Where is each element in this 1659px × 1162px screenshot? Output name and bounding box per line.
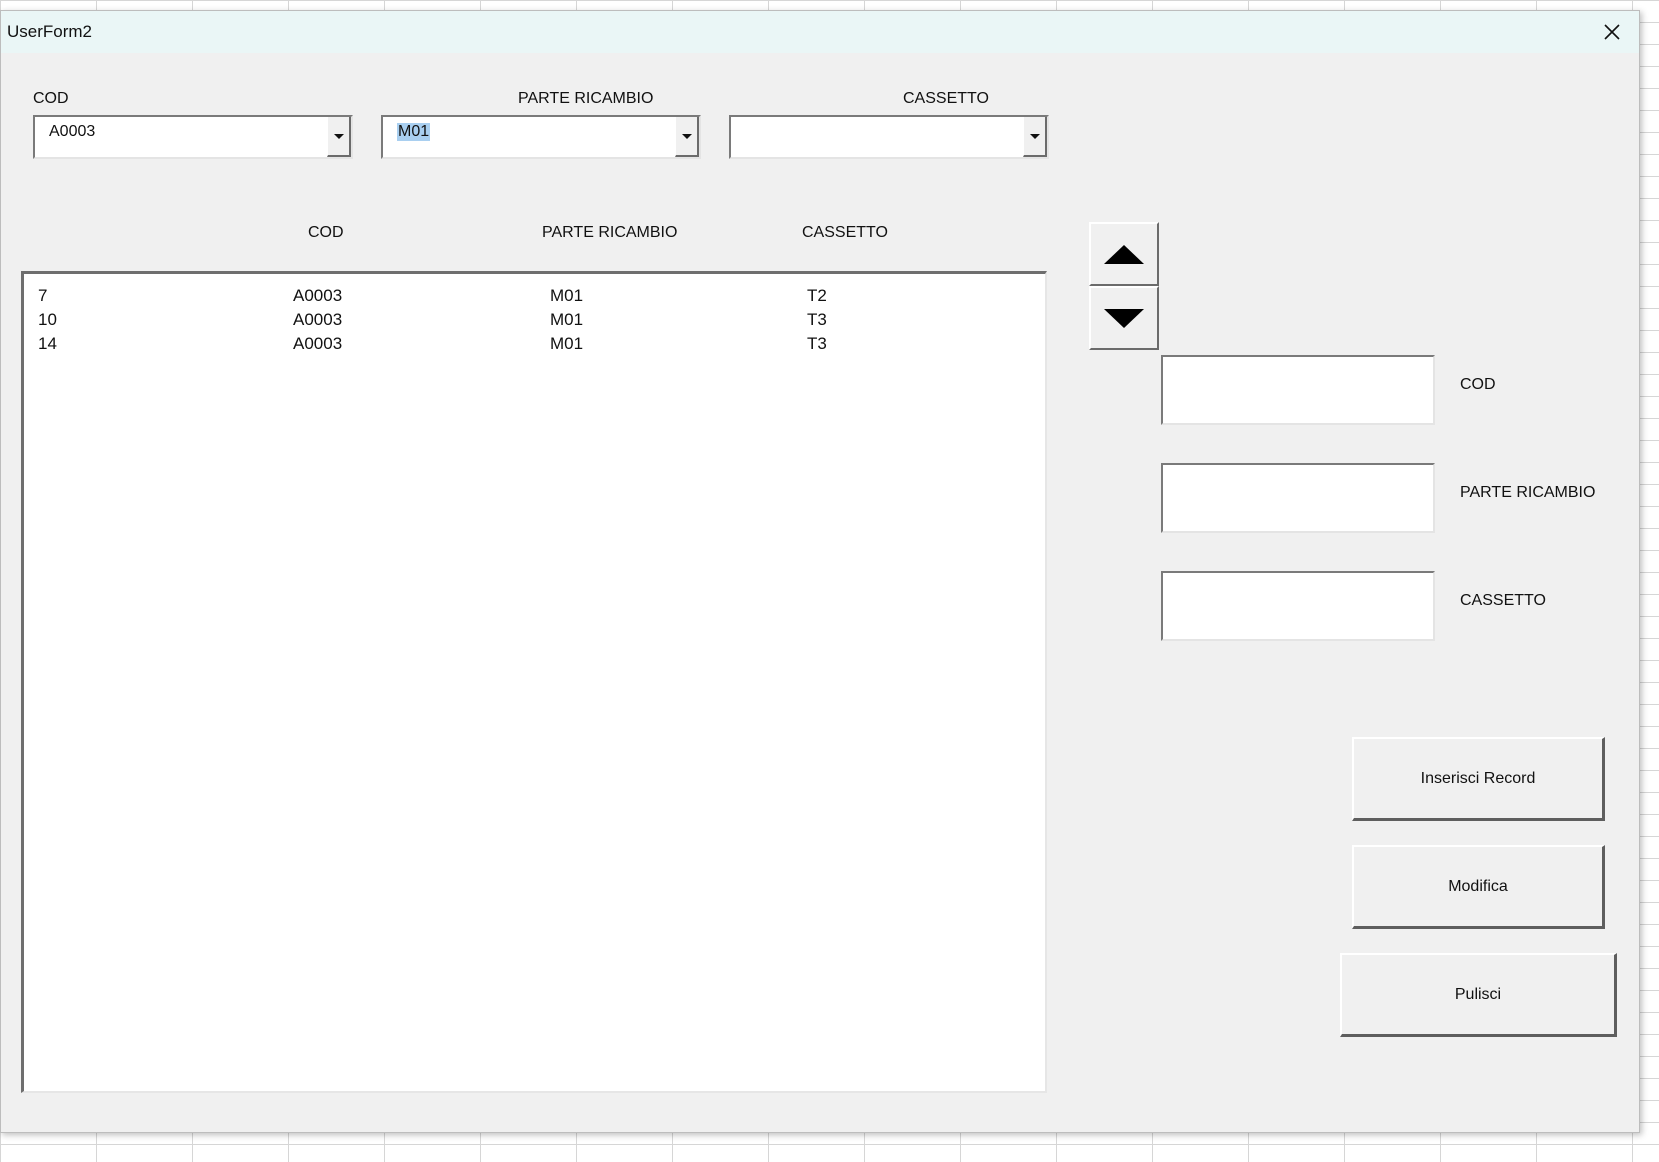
- list-cell-cod: A0003: [293, 334, 343, 353]
- insert-record-button[interactable]: Inserisci Record: [1352, 737, 1605, 821]
- parte-dropdown-button[interactable]: [675, 117, 699, 157]
- list-cell-parte: M01: [550, 286, 584, 305]
- cod-dropdown-button[interactable]: [327, 117, 351, 157]
- list-cell-cassetto: T3: [807, 310, 827, 329]
- clear-button[interactable]: Pulisci: [1340, 953, 1617, 1037]
- close-icon: [1604, 24, 1620, 40]
- cod-textbox-label: COD: [1460, 376, 1496, 393]
- parte-filter-label: PARTE RICAMBIO: [518, 90, 654, 107]
- cassetto-dropdown-button[interactable]: [1023, 117, 1047, 157]
- down-arrow-icon: [1104, 308, 1144, 328]
- cassetto-textbox[interactable]: [1161, 571, 1435, 641]
- list-cell-cassetto: T2: [807, 286, 827, 305]
- list-header-cassetto: CASSETTO: [802, 224, 888, 241]
- up-arrow-icon: [1104, 244, 1144, 264]
- spin-up-button[interactable]: [1089, 222, 1159, 286]
- parte-textbox[interactable]: [1161, 463, 1435, 533]
- spin-down-button[interactable]: [1089, 286, 1159, 350]
- userform-window: UserForm2 COD PARTE RICAMBIO CASSETTO A0…: [0, 10, 1640, 1133]
- list-item[interactable]: 10 A0003 M01 T3: [24, 310, 1045, 334]
- cod-combobox-value: A0003: [49, 123, 96, 140]
- list-item[interactable]: 14 A0003 M01 T3: [24, 334, 1045, 358]
- list-header-cod: COD: [308, 224, 344, 241]
- cod-combobox[interactable]: A0003: [33, 115, 353, 159]
- parte-combobox-value: M01: [397, 123, 431, 141]
- cod-filter-label: COD: [33, 90, 69, 107]
- chevron-down-icon: [1029, 133, 1040, 139]
- list-cell-cod: A0003: [293, 286, 343, 305]
- modify-button-label: Modifica: [1448, 877, 1508, 895]
- list-cell-id: 7: [38, 286, 48, 305]
- cod-textbox[interactable]: [1161, 355, 1435, 425]
- insert-record-button-label: Inserisci Record: [1420, 769, 1536, 787]
- list-cell-id: 10: [38, 310, 57, 329]
- cassetto-textbox-label: CASSETTO: [1460, 592, 1546, 609]
- modify-button[interactable]: Modifica: [1352, 845, 1605, 929]
- list-cell-id: 14: [38, 334, 57, 353]
- list-cell-cod: A0003: [293, 310, 343, 329]
- parte-combobox[interactable]: M01: [381, 115, 701, 159]
- cassetto-combobox[interactable]: [729, 115, 1049, 159]
- cassetto-filter-label: CASSETTO: [903, 90, 989, 107]
- list-cell-cassetto: T3: [807, 334, 827, 353]
- clear-button-label: Pulisci: [1454, 985, 1502, 1003]
- list-cell-parte: M01: [550, 310, 584, 329]
- parte-textbox-label: PARTE RICAMBIO: [1460, 484, 1596, 501]
- close-button[interactable]: [1585, 11, 1639, 53]
- window-title: UserForm2: [7, 22, 93, 41]
- title-bar: UserForm2: [1, 11, 1639, 53]
- chevron-down-icon: [333, 133, 344, 139]
- chevron-down-icon: [681, 133, 692, 139]
- list-header-parte: PARTE RICAMBIO: [542, 224, 678, 241]
- list-cell-parte: M01: [550, 334, 584, 353]
- list-item[interactable]: 7 A0003 M01 T2: [24, 286, 1045, 310]
- records-listbox[interactable]: 7 A0003 M01 T2 10 A0003 M01 T3 14 A0003 …: [21, 271, 1047, 1093]
